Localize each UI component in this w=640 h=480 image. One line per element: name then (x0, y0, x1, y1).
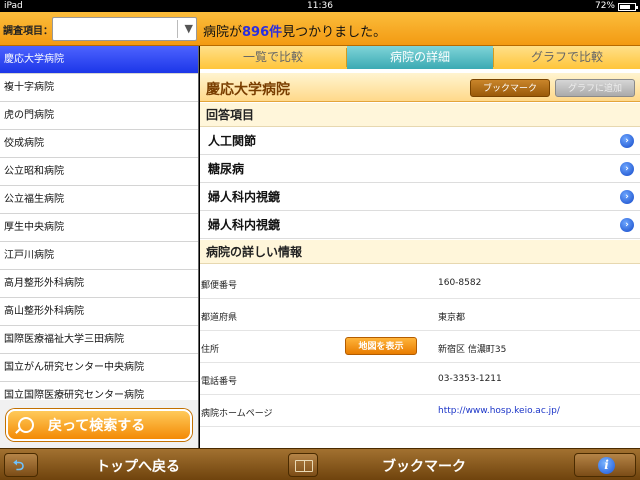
list-item-label: 国際医療福祉大学三田病院 (4, 333, 124, 345)
list-item-label: 国立がん研究センター中央病院 (4, 361, 144, 373)
list-item[interactable]: 高山整形外科病院 (0, 298, 198, 326)
list-item-label: 国立国際医療研究センター病院 (4, 389, 144, 401)
info-value: 03-3353-1211 (438, 374, 502, 384)
hospital-name: 慶応大学病院 (206, 82, 290, 98)
answer-item-label: 婦人科内視鏡 (208, 218, 281, 232)
info-key: 病院ホームページ (201, 409, 273, 419)
detail-panel: 一覧で比較 病院の詳細 グラフで比較 慶応大学病院 ブックマーク グラフに追加 … (200, 46, 640, 448)
survey-item-label: 調査項目： (3, 26, 53, 37)
select-divider (177, 20, 178, 38)
back-search-area: 戻って検索する (0, 400, 199, 448)
survey-item-select[interactable]: ▼ (52, 17, 197, 41)
list-item-label: 高月整形外科病院 (4, 277, 84, 289)
back-arrow-icon: ⮌ (13, 458, 25, 474)
hospital-list[interactable]: 慶応大学病院 複十字病院 虎の門病院 佼成病院 公立昭和病院 公立福生病院 厚生… (0, 46, 199, 400)
list-item[interactable]: 複十字病院 (0, 74, 198, 102)
answer-item[interactable]: 糖尿病 › (200, 156, 640, 183)
search-header: 調査項目： ▼ 病院が896件見つかりました。 (0, 12, 640, 46)
tab-hospital-detail[interactable]: 病院の詳細 (347, 46, 493, 69)
answer-item-label: 糖尿病 (208, 162, 245, 176)
info-row-address: 住所 地図を表示 新宿区 信濃町35 (200, 331, 640, 363)
dropdown-arrow-icon[interactable]: ▼ (185, 22, 193, 35)
add-to-graph-button[interactable]: グラフに追加 (555, 79, 635, 97)
answer-item[interactable]: 人工関節 › (200, 128, 640, 155)
info-key: 都道府県 (201, 313, 238, 323)
list-item[interactable]: 国際医療福祉大学三田病院 (0, 326, 198, 354)
clock: 11:36 (307, 1, 333, 11)
result-count: 896件 (242, 25, 283, 40)
battery-indicator: 72% (594, 0, 638, 12)
back-to-top-label[interactable]: トップへ戻る (96, 456, 180, 476)
list-item-label: 複十字病院 (4, 81, 54, 93)
status-bar: iPad 11:36 72% (0, 0, 640, 12)
hospital-header: 慶応大学病院 ブックマーク グラフに追加 (200, 73, 640, 102)
back-to-top-button[interactable]: ⮌ (4, 453, 38, 477)
list-item[interactable]: 虎の門病院 (0, 102, 198, 130)
info-button[interactable]: i (574, 453, 636, 477)
info-row-postal: 郵便番号 160-8582 (200, 267, 640, 299)
list-item-label: 虎の門病院 (4, 109, 54, 121)
chevron-right-icon[interactable]: › (620, 162, 634, 176)
info-value: 新宿区 信濃町35 (438, 345, 507, 355)
list-item[interactable]: 公立福生病院 (0, 186, 198, 214)
list-item-label: 厚生中央病院 (4, 221, 64, 233)
list-item[interactable]: 国立国際医療研究センター病院 (0, 382, 198, 401)
chevron-right-icon[interactable]: › (620, 218, 634, 232)
search-icon (18, 417, 34, 433)
answers-heading: 回答項目 (200, 103, 640, 127)
chevron-right-icon[interactable]: › (620, 134, 634, 148)
bookmark-button[interactable]: ブックマーク (470, 79, 550, 97)
hospital-website-link[interactable]: http://www.hosp.keio.ac.jp/ (438, 406, 560, 416)
battery-percent: 72% (594, 1, 615, 11)
list-item[interactable]: 公立昭和病院 (0, 158, 198, 186)
list-item-label: 慶応大学病院 (4, 53, 64, 65)
tab-graph-compare[interactable]: グラフで比較 (494, 46, 640, 69)
list-item-label: 公立昭和病院 (4, 165, 64, 177)
result-suffix: 見つかりました。 (282, 25, 387, 40)
info-key: 電話番号 (201, 377, 238, 387)
info-heading: 病院の詳しい情報 (200, 240, 640, 264)
list-item[interactable]: 高月整形外科病院 (0, 270, 198, 298)
bookmark-list-label[interactable]: ブックマーク (382, 456, 466, 476)
list-item-label: 公立福生病院 (4, 193, 64, 205)
result-prefix: 病院が (203, 25, 243, 40)
bottom-toolbar: ⮌ トップへ戻る ブックマーク i (0, 448, 640, 480)
battery-icon (618, 2, 638, 11)
chevron-right-icon[interactable]: › (620, 190, 634, 204)
list-item[interactable]: 慶応大学病院 (0, 46, 198, 74)
battery-fill (620, 4, 630, 9)
list-item-label: 江戸川病院 (4, 249, 54, 261)
bookmark-list-button[interactable] (288, 453, 318, 477)
answer-item[interactable]: 婦人科内視鏡 › (200, 184, 640, 211)
info-key: 郵便番号 (201, 281, 238, 291)
view-tabs: 一覧で比較 病院の詳細 グラフで比較 (200, 46, 640, 69)
result-count-text: 病院が896件見つかりました。 (203, 21, 386, 40)
list-item[interactable]: 国立がん研究センター中央病院 (0, 354, 198, 382)
info-key: 住所 (201, 345, 220, 355)
list-item-label: 佼成病院 (4, 137, 44, 149)
info-row-website: 病院ホームページ http://www.hosp.keio.ac.jp/ (200, 395, 640, 427)
info-row-phone: 電話番号 03-3353-1211 (200, 363, 640, 395)
answer-item[interactable]: 婦人科内視鏡 › (200, 212, 640, 239)
list-item-label: 高山整形外科病院 (4, 305, 84, 317)
list-item[interactable]: 江戸川病院 (0, 242, 198, 270)
tab-list-compare[interactable]: 一覧で比較 (200, 46, 346, 69)
show-map-button[interactable]: 地図を表示 (345, 337, 417, 355)
info-icon: i (598, 457, 615, 474)
info-row-prefecture: 都道府県 東京都 (200, 299, 640, 331)
back-to-search-label: 戻って検索する (48, 418, 146, 434)
list-item[interactable]: 佼成病院 (0, 130, 198, 158)
answer-item-label: 人工関節 (208, 134, 257, 148)
back-to-search-button[interactable]: 戻って検索する (6, 409, 192, 441)
info-value: 160-8582 (438, 278, 482, 288)
info-value: 東京都 (438, 313, 466, 323)
list-item[interactable]: 厚生中央病院 (0, 214, 198, 242)
answer-item-label: 婦人科内視鏡 (208, 190, 281, 204)
book-icon (295, 460, 313, 472)
